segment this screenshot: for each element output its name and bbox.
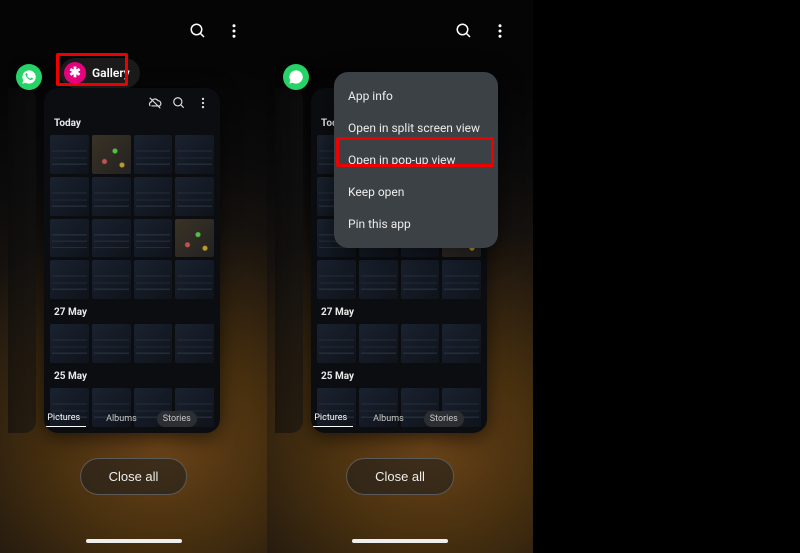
gallery-tabbar: Pictures Albums Stories <box>44 410 220 427</box>
thumbnail[interactable] <box>50 260 89 299</box>
thumbnail[interactable] <box>134 260 173 299</box>
thumbnail[interactable] <box>50 177 89 216</box>
search-icon[interactable] <box>189 22 207 40</box>
gallery-card[interactable]: Today 27 May 25 May Pictures Albums Stor… <box>44 88 220 433</box>
thumbnail[interactable] <box>92 135 131 174</box>
menu-app-info[interactable]: App info <box>334 80 498 112</box>
thumbnail[interactable] <box>92 324 131 363</box>
nav-handle[interactable] <box>86 539 182 543</box>
more-icon[interactable] <box>491 22 509 40</box>
section-header-d2: 25 May <box>44 367 220 386</box>
annotation-highlight-popup <box>336 137 494 167</box>
gallery-card-toolbar <box>148 96 210 110</box>
tab-pictures[interactable]: Pictures <box>44 410 86 427</box>
menu-icon[interactable] <box>478 411 487 426</box>
thumbnail[interactable] <box>175 177 214 216</box>
cloud-off-icon[interactable] <box>148 96 162 110</box>
thumbnail[interactable] <box>175 219 214 258</box>
prev-app-card[interactable] <box>275 88 303 433</box>
search-icon[interactable] <box>455 22 473 40</box>
thumbnail[interactable] <box>175 135 214 174</box>
thumbnail[interactable] <box>134 135 173 174</box>
section-header-d1: 27 May <box>44 303 220 322</box>
thumbnail[interactable] <box>134 219 173 258</box>
thumb-grid-d1 <box>44 322 220 367</box>
menu-pin-app[interactable]: Pin this app <box>334 208 498 240</box>
thumbnail[interactable] <box>92 260 131 299</box>
annotation-highlight-pill <box>56 53 128 86</box>
thumbnail[interactable] <box>50 219 89 258</box>
tab-albums[interactable]: Albums <box>100 411 143 427</box>
recents-toolbar <box>455 22 509 40</box>
search-icon[interactable] <box>172 96 186 110</box>
thumbnail[interactable] <box>175 324 214 363</box>
prev-app-card[interactable] <box>8 88 36 433</box>
tab-stories[interactable]: Stories <box>157 411 197 427</box>
close-all-button[interactable]: Close all <box>80 458 188 495</box>
section-header-today: Today <box>44 114 220 133</box>
tab-albums[interactable]: Albums <box>367 411 410 427</box>
thumbnail[interactable] <box>134 324 173 363</box>
whatsapp-card-peek[interactable] <box>283 64 309 90</box>
thumbnail[interactable] <box>92 219 131 258</box>
nav-handle[interactable] <box>352 539 448 543</box>
more-icon[interactable] <box>196 96 210 110</box>
gallery-tabbar: Pictures Albums Stories <box>311 410 487 427</box>
thumbnail[interactable] <box>50 135 89 174</box>
section-header-d2: 25 May <box>311 367 487 386</box>
menu-keep-open[interactable]: Keep open <box>334 176 498 208</box>
recents-toolbar <box>189 22 243 40</box>
menu-icon[interactable] <box>211 411 220 426</box>
close-all-button[interactable]: Close all <box>346 458 454 495</box>
more-icon[interactable] <box>225 22 243 40</box>
tab-pictures[interactable]: Pictures <box>311 410 353 427</box>
whatsapp-card-peek[interactable] <box>16 64 42 90</box>
thumbnail[interactable] <box>50 324 89 363</box>
tab-stories[interactable]: Stories <box>424 411 464 427</box>
thumbnail[interactable] <box>92 177 131 216</box>
screen-recents-1: ✱ Gallery Today 27 May 25 May Pictures A… <box>0 0 267 553</box>
thumbnail[interactable] <box>134 177 173 216</box>
section-header-d1: 27 May <box>311 303 487 322</box>
thumbnail[interactable] <box>175 260 214 299</box>
thumb-grid-today <box>44 133 220 303</box>
